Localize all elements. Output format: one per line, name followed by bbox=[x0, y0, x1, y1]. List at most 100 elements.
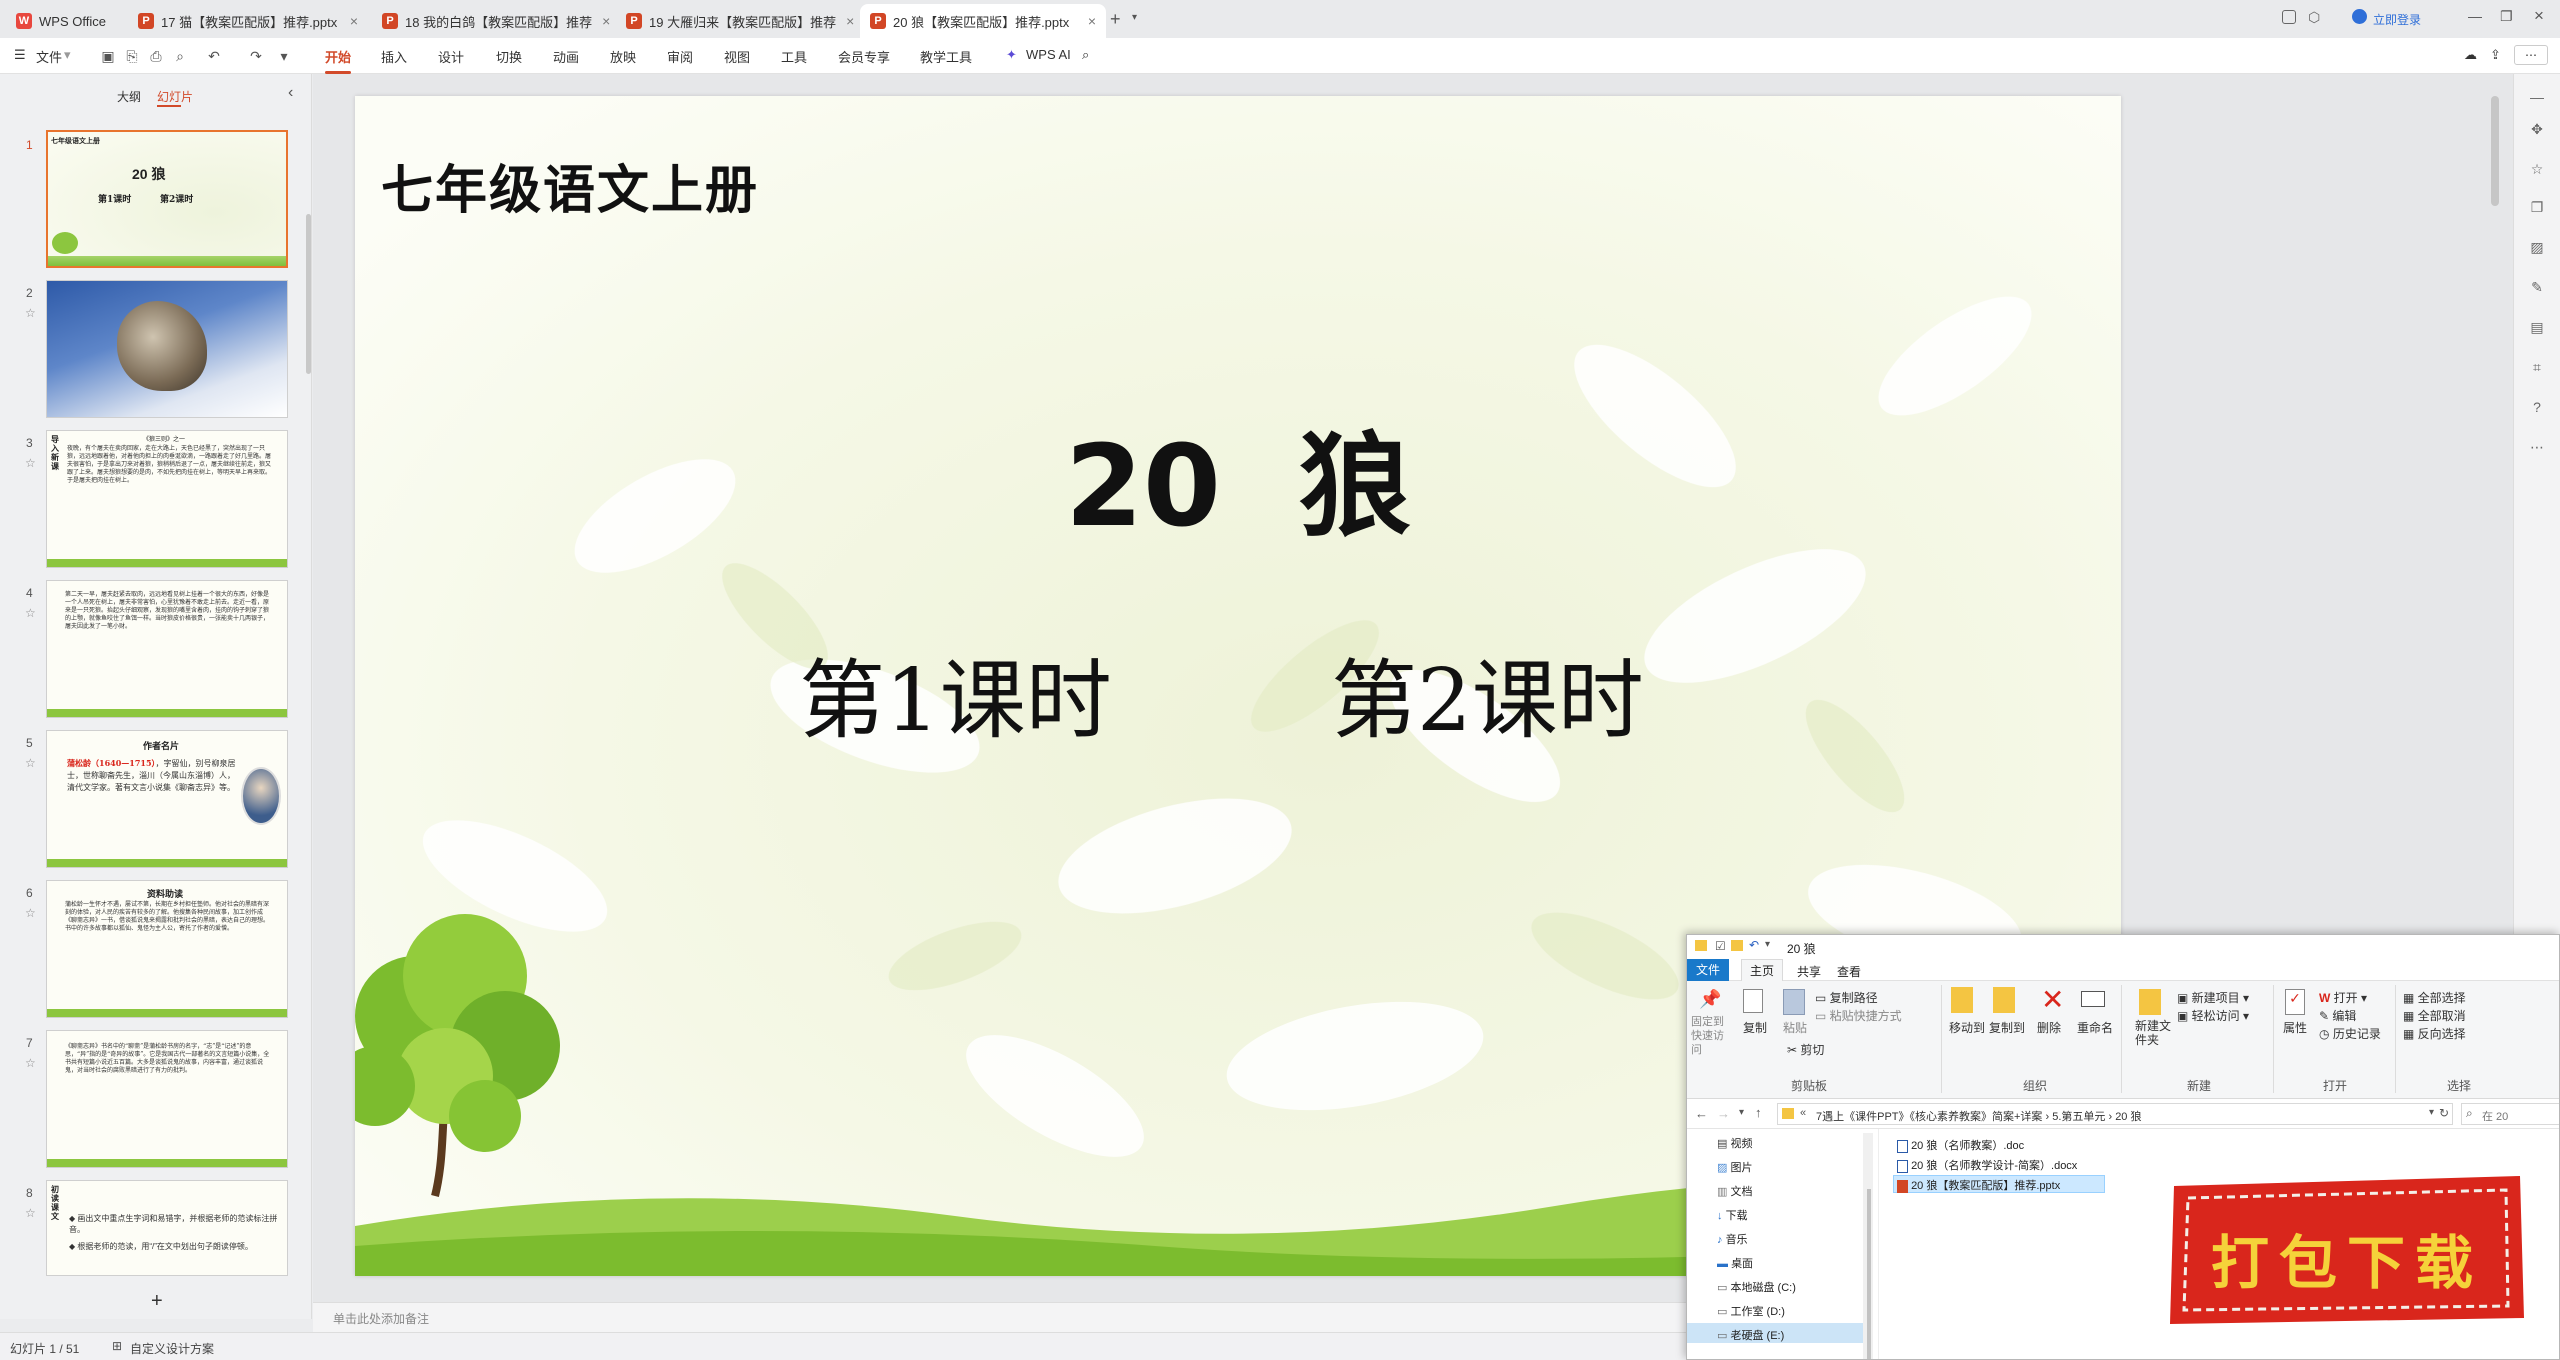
back-icon[interactable]: ← bbox=[1695, 1106, 1708, 1121]
copy-button[interactable]: 复制 bbox=[1743, 1019, 1767, 1036]
star-icon[interactable]: ☆ bbox=[25, 1206, 36, 1220]
cube-icon[interactable]: ⬡ bbox=[2308, 9, 2320, 26]
search-box[interactable]: ⌕ 在 20 bbox=[2461, 1103, 2559, 1125]
chevron-down-icon[interactable]: ▾ bbox=[1132, 12, 1137, 23]
nav-videos[interactable]: ▤ 视频 bbox=[1717, 1135, 1752, 1151]
address-bar[interactable]: « 7遇上《课件PPT》《核心素养教案》简案+详案 › 5.第五单元 › 20 … bbox=[1777, 1103, 2453, 1125]
slide-thumb-5[interactable]: 作者名片 蒲松龄（1640—1715），字留仙，别号柳泉居士，世称聊斋先生，淄川… bbox=[46, 730, 288, 868]
nav-documents[interactable]: ▥ 文档 bbox=[1717, 1183, 1752, 1199]
tab-view[interactable]: 查看 bbox=[1837, 963, 1861, 980]
menu-animation[interactable]: 动画 bbox=[553, 47, 579, 66]
crop-icon[interactable]: ⌗ bbox=[2528, 358, 2546, 376]
tab-doc-20[interactable]: P 20 狼【教案匹配版】推荐.pptx × bbox=[860, 4, 1106, 38]
properties-icon[interactable]: ☑ bbox=[1715, 939, 1726, 953]
slide-title[interactable]: 20 狼 bbox=[355, 396, 2121, 558]
nav-drive-c[interactable]: ▭ 本地磁盘 (C:) bbox=[1717, 1279, 1796, 1295]
new-tab-icon[interactable]: + bbox=[1110, 9, 1121, 30]
tab-doc-19[interactable]: P 19 大雁归来【教案匹配版】推荐 × bbox=[616, 4, 856, 38]
export-icon[interactable]: ⎘ bbox=[124, 48, 140, 64]
delete-button[interactable]: 删除 bbox=[2037, 1019, 2061, 1036]
slide-thumb-2[interactable] bbox=[46, 280, 288, 418]
minimize-icon[interactable]: — bbox=[2468, 8, 2482, 24]
redo-icon[interactable]: ↷ bbox=[248, 48, 264, 64]
nav-pictures[interactable]: ▨ 图片 bbox=[1717, 1159, 1752, 1175]
share-icon[interactable]: ⇪ bbox=[2490, 47, 2501, 63]
close-icon[interactable]: × bbox=[340, 13, 358, 29]
menu-review[interactable]: 审阅 bbox=[667, 47, 693, 66]
preview-icon[interactable]: ⌕ bbox=[172, 48, 188, 64]
undo-icon[interactable]: ↶ bbox=[206, 48, 222, 64]
star-icon[interactable]: ☆ bbox=[2528, 160, 2546, 178]
cloud-icon[interactable]: ☁ bbox=[2464, 47, 2477, 63]
chevron-down-icon[interactable]: ▾ bbox=[64, 47, 71, 63]
breadcrumb-item[interactable]: 20 狼 bbox=[2115, 1111, 2141, 1123]
overflow-icon[interactable]: « bbox=[1800, 1107, 1806, 1119]
menu-slideshow[interactable]: 放映 bbox=[610, 47, 636, 66]
login-link[interactable]: 立即登录 bbox=[2373, 11, 2421, 28]
hamburger-icon[interactable]: ☰ bbox=[14, 47, 26, 63]
slide-lesson-1[interactable]: 第1课时 bbox=[799, 630, 1112, 755]
chevron-down-icon[interactable]: ▾ bbox=[276, 48, 292, 64]
design-scheme[interactable]: 自定义设计方案 bbox=[130, 1340, 214, 1357]
minus-icon[interactable]: — bbox=[2528, 88, 2546, 106]
vertical-scrollbar[interactable] bbox=[2491, 96, 2499, 206]
nav-scroll-thumb[interactable] bbox=[1867, 1189, 1871, 1359]
slide-thumb-6[interactable]: 资料助读 蒲松龄一生怀才不遇，屡试不第，长期在乡村担任塾师。他对社会的黑暗有深刻… bbox=[46, 880, 288, 1018]
slide-thumb-7[interactable]: 《聊斋志异》书名中的“聊斋”是蒲松龄书房的名字，“志”是“记述”的意思，“异”指… bbox=[46, 1030, 288, 1168]
history-button[interactable]: ◷ 历史记录 bbox=[2319, 1025, 2381, 1042]
invert-selection-button[interactable]: ▦ 反向选择 bbox=[2403, 1025, 2466, 1042]
nav-drive-e[interactable]: ▭ 老硬盘 (E:) bbox=[1717, 1327, 1784, 1343]
close-icon[interactable]: × bbox=[836, 13, 854, 29]
menu-view[interactable]: 视图 bbox=[724, 47, 750, 66]
help-icon[interactable]: ? bbox=[2528, 398, 2546, 416]
copy-path-button[interactable]: ▭ 复制路径 bbox=[1815, 989, 1878, 1006]
star-icon[interactable]: ☆ bbox=[25, 456, 36, 470]
breadcrumb-item[interactable]: 5.第五单元 bbox=[2052, 1111, 2105, 1123]
refresh-icon[interactable]: ↻ bbox=[2439, 1106, 2449, 1120]
tab-outline[interactable]: 大纲 bbox=[117, 88, 141, 105]
tab-home[interactable]: 主页 bbox=[1741, 959, 1784, 981]
chevron-down-icon[interactable]: ▾ bbox=[1765, 939, 1770, 950]
collapse-icon[interactable]: ‹ bbox=[288, 84, 293, 102]
select-all-button[interactable]: ▦ 全部选择 bbox=[2403, 989, 2466, 1006]
menu-transition[interactable]: 切换 bbox=[496, 47, 522, 66]
chevron-down-icon[interactable]: ▾ bbox=[1739, 1107, 1744, 1118]
file-row[interactable]: 20 狼【教案匹配版】推荐.pptx bbox=[1897, 1177, 2060, 1193]
open-button[interactable]: W 打开 ▾ bbox=[2319, 989, 2367, 1006]
file-row[interactable]: 20 狼（名师教学设计-简案）.docx bbox=[1897, 1157, 2077, 1173]
slide-thumb-8[interactable]: 初读课文 ◆ 画出文中重点生字词和易错字，并根据老师的范读标注拼音。 ◆ 根据老… bbox=[46, 1180, 288, 1276]
up-icon[interactable]: ↑ bbox=[1755, 1105, 1762, 1120]
save-icon[interactable]: ▣ bbox=[100, 48, 116, 64]
new-folder-button[interactable]: 新建文件夹 bbox=[2135, 1019, 2175, 1047]
tab-doc-18[interactable]: P 18 我的白鸽【教案匹配版】推荐 × bbox=[372, 4, 612, 38]
tab-file[interactable]: 文件 bbox=[1687, 959, 1729, 981]
menu-teaching-tools[interactable]: 教学工具 bbox=[920, 47, 972, 66]
move-icon[interactable]: ✥ bbox=[2528, 120, 2546, 138]
close-icon[interactable]: × bbox=[1078, 13, 1096, 29]
copy-icon[interactable]: ❐ bbox=[2528, 198, 2546, 216]
menu-member[interactable]: 会员专享 bbox=[838, 47, 890, 66]
file-menu[interactable]: 文件 bbox=[36, 47, 62, 66]
search-icon[interactable]: ⌕ bbox=[1082, 47, 1089, 63]
paste-shortcut-button[interactable]: ▭ 粘贴快捷方式 bbox=[1815, 1007, 1902, 1024]
star-icon[interactable]: ☆ bbox=[25, 606, 36, 620]
more-button[interactable]: ⋯ bbox=[2514, 45, 2548, 65]
paste-button[interactable]: 粘贴 bbox=[1783, 1019, 1807, 1036]
slide-lesson-2[interactable]: 第2课时 bbox=[1331, 630, 1644, 755]
tab-doc-17[interactable]: P 17 猫【教案匹配版】推荐.pptx × bbox=[128, 4, 368, 38]
nav-music[interactable]: ♪ 音乐 bbox=[1717, 1231, 1748, 1247]
restore-icon[interactable]: ❐ bbox=[2500, 8, 2513, 25]
star-icon[interactable]: ☆ bbox=[25, 906, 36, 920]
window-icon[interactable] bbox=[2282, 10, 2296, 24]
new-item-button[interactable]: ▣ 新建项目 ▾ bbox=[2177, 989, 2249, 1006]
tab-wps-home[interactable]: W WPS Office bbox=[6, 4, 124, 38]
nav-downloads[interactable]: ↓ 下载 bbox=[1717, 1207, 1748, 1223]
star-icon[interactable]: ☆ bbox=[25, 1056, 36, 1070]
new-folder-icon[interactable] bbox=[1731, 940, 1743, 951]
scrollbar[interactable] bbox=[306, 214, 311, 374]
book-icon[interactable]: ▤ bbox=[2528, 318, 2546, 336]
cut-button[interactable]: ✂ 剪切 bbox=[1787, 1041, 1824, 1058]
menu-wps-ai[interactable]: WPS AI bbox=[1026, 47, 1071, 62]
pack-download-button[interactable]: 打包下载 bbox=[2162, 1168, 2532, 1330]
properties-button[interactable]: 属性 bbox=[2283, 1019, 2307, 1036]
